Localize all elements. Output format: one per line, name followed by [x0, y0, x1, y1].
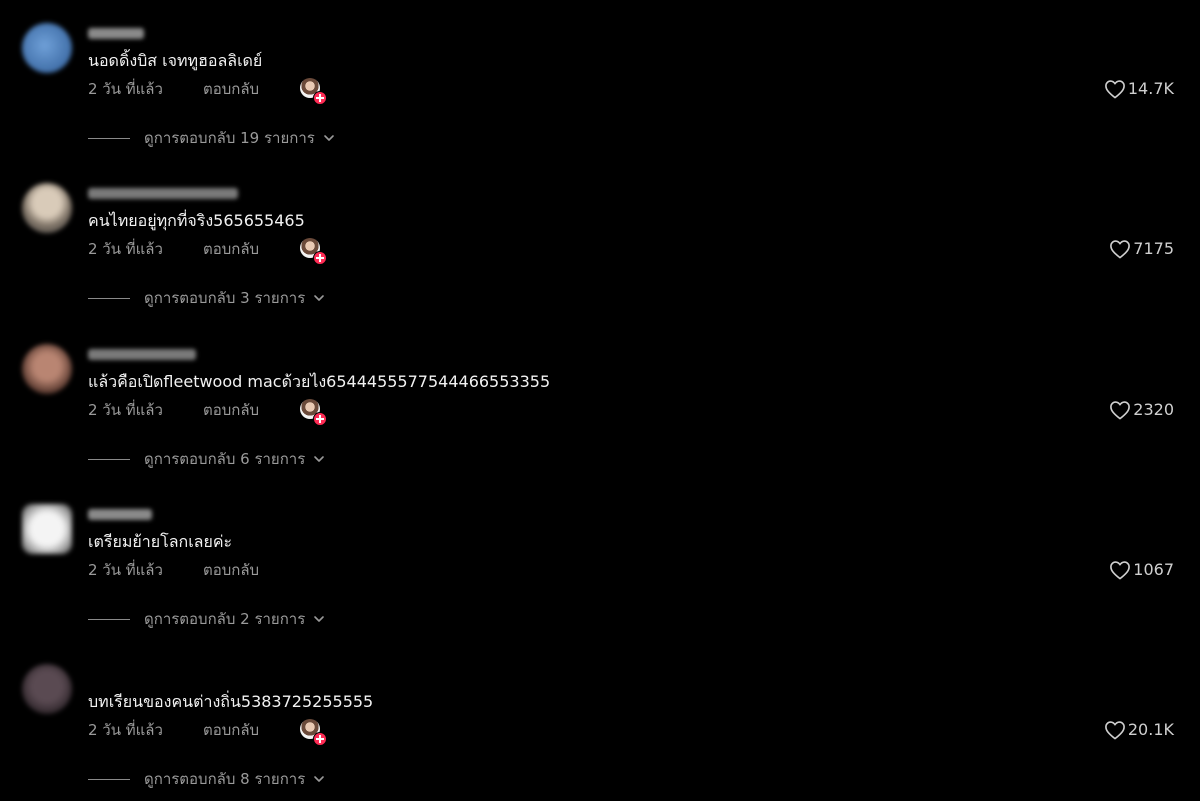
comment-item: นอดดิ้งบิส เจททูฮอลลิเดย์ 2 วัน ที่แล้ว …: [0, 0, 1200, 160]
view-replies-button[interactable]: ดูการตอบกลับ 8 รายการ: [88, 769, 325, 789]
reply-button[interactable]: ตอบกลับ: [203, 720, 259, 740]
plus-badge-icon: [313, 251, 327, 265]
view-replies-button[interactable]: ดูการตอบกลับ 6 รายการ: [88, 449, 325, 469]
comment-text: แล้วคือเปิดfleetwood macด้วยไง6544455577…: [88, 372, 551, 391]
replies-divider: [88, 618, 130, 620]
chevron-down-icon: [324, 135, 334, 141]
view-replies-label: ดูการตอบกลับ 6 รายการ: [144, 450, 306, 468]
view-replies-label: ดูการตอบกลับ 8 รายการ: [144, 770, 306, 788]
plus-badge-icon: [313, 412, 327, 426]
comment-text: บทเรียนของคนต่างถิ่น5383725255555: [88, 692, 374, 711]
comment-text: นอดดิ้งบิส เจททูฮอลลิเดย์: [88, 51, 263, 70]
comment-time: 2 วัน ที่แล้ว: [88, 240, 163, 258]
avatar[interactable]: [22, 183, 72, 233]
view-replies-button[interactable]: ดูการตอบกลับ 19 รายการ: [88, 128, 335, 148]
view-replies-label: ดูการตอบกลับ 3 รายการ: [144, 289, 306, 307]
username-redacted[interactable]: [88, 188, 238, 199]
view-replies-button[interactable]: ดูการตอบกลับ 3 รายการ: [88, 288, 325, 308]
view-replies-label: ดูการตอบกลับ 2 รายการ: [144, 610, 306, 628]
heart-outline-icon: [1110, 240, 1131, 259]
replies-divider: [88, 458, 130, 460]
view-replies-button[interactable]: ดูการตอบกลับ 2 รายการ: [88, 609, 325, 629]
replies-divider: [88, 297, 130, 299]
avatar[interactable]: [22, 664, 72, 714]
comment-time: 2 วัน ที่แล้ว: [88, 561, 163, 579]
comment-time: 2 วัน ที่แล้ว: [88, 721, 163, 739]
like-button[interactable]: 7175: [1109, 238, 1174, 260]
chevron-down-icon: [314, 776, 325, 782]
replies-divider: [88, 137, 130, 139]
comment-time: 2 วัน ที่แล้ว: [88, 401, 163, 419]
heart-outline-icon: [1104, 721, 1125, 740]
like-count: 14.7K: [1127, 79, 1174, 98]
username-redacted[interactable]: [88, 28, 144, 39]
like-button[interactable]: 2320: [1109, 399, 1174, 421]
plus-badge-icon: [313, 732, 327, 746]
comment-time: 2 วัน ที่แล้ว: [88, 80, 163, 98]
reply-button[interactable]: ตอบกลับ: [203, 400, 259, 420]
comment-item: บทเรียนของคนต่างถิ่น5383725255555 2 วัน …: [0, 641, 1200, 801]
avatar[interactable]: [22, 344, 72, 394]
avatar[interactable]: [22, 23, 72, 73]
comment-text: คนไทยอยู่ทุกที่จริง565655465: [88, 211, 305, 230]
username-redacted[interactable]: [88, 509, 152, 520]
comment-item: แล้วคือเปิดfleetwood macด้วยไง6544455577…: [0, 321, 1200, 481]
comment-item: เตรียมย้ายโลกเลยค่ะ 2 วัน ที่แล้ว ตอบกลั…: [0, 481, 1200, 641]
like-button[interactable]: 20.1K: [1104, 719, 1174, 741]
chevron-down-icon: [314, 295, 325, 301]
like-button[interactable]: 1067: [1109, 559, 1174, 581]
like-count: 2320: [1133, 400, 1174, 419]
comment-item: คนไทยอยู่ทุกที่จริง565655465 2 วัน ที่แล…: [0, 160, 1200, 320]
heart-outline-icon: [1110, 561, 1131, 580]
replies-divider: [88, 778, 130, 780]
chevron-down-icon: [314, 456, 325, 462]
username-redacted[interactable]: [88, 349, 196, 360]
plus-badge-icon: [313, 91, 327, 105]
avatar[interactable]: [22, 504, 72, 554]
heart-outline-icon: [1110, 401, 1131, 420]
like-count: 7175: [1133, 239, 1174, 258]
reply-button[interactable]: ตอบกลับ: [203, 79, 259, 99]
like-button[interactable]: 14.7K: [1104, 78, 1174, 100]
reply-button[interactable]: ตอบกลับ: [203, 239, 259, 259]
like-count: 1067: [1133, 560, 1174, 579]
like-count: 20.1K: [1127, 720, 1174, 739]
chevron-down-icon: [314, 616, 325, 622]
heart-outline-icon: [1104, 80, 1125, 99]
view-replies-label: ดูการตอบกลับ 19 รายการ: [144, 129, 315, 147]
reply-button[interactable]: ตอบกลับ: [203, 560, 259, 580]
comment-text: เตรียมย้ายโลกเลยค่ะ: [88, 532, 233, 551]
